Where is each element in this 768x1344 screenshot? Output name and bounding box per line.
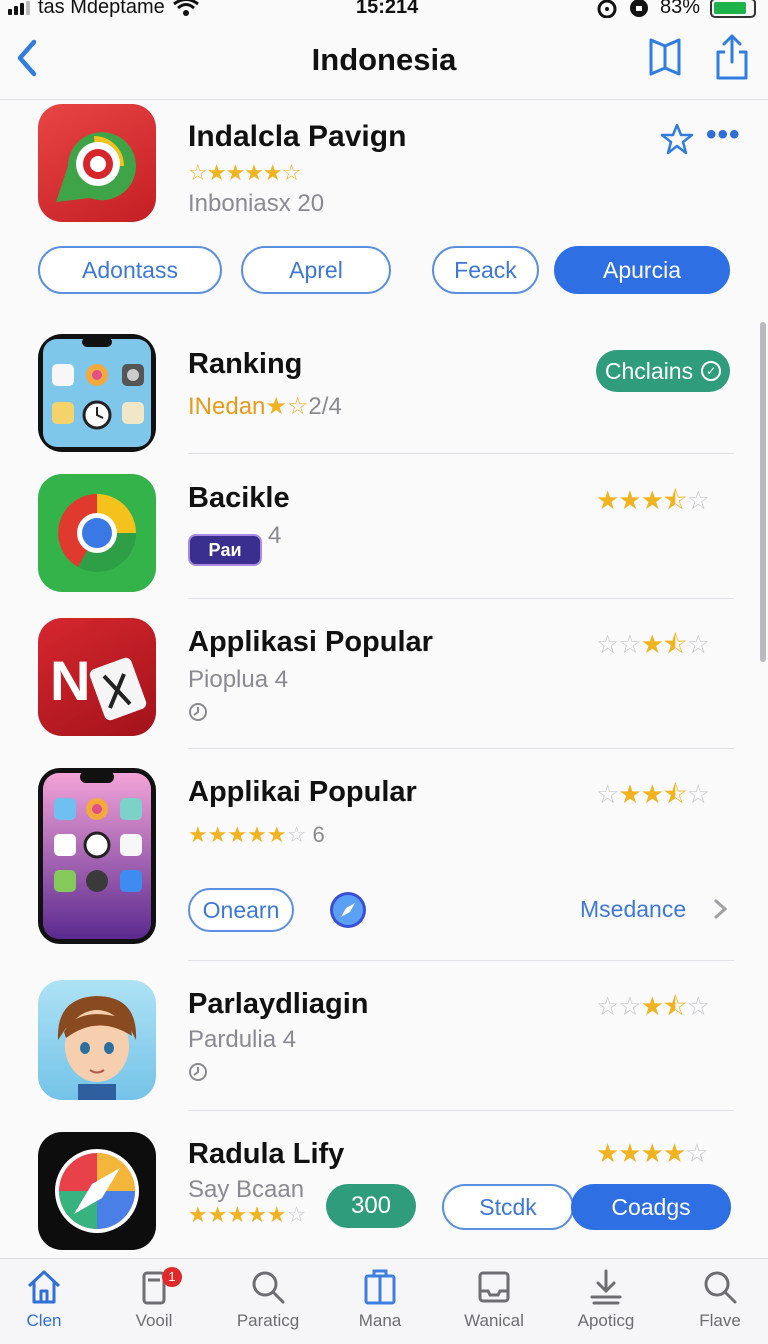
app-subtitle-ranking: INedan★☆2/4 <box>188 393 342 420</box>
app-title-applikai-popular[interactable]: Applikai Popular <box>188 776 417 809</box>
app-icon-bacikle[interactable] <box>38 474 156 592</box>
paw-badge: Paи <box>188 534 262 566</box>
clock: 15:214 <box>356 0 419 18</box>
svg-text:N: N <box>50 649 90 712</box>
app-icon-parlaydliagin[interactable] <box>38 980 156 1100</box>
battery-icon <box>710 0 756 18</box>
row-divider <box>188 453 734 454</box>
row-divider <box>188 748 734 749</box>
app-rating-applikasi-popular: ☆☆★⯪☆ <box>596 629 710 659</box>
app-rating-parlaydliagin: ☆☆★⯪☆ <box>596 991 710 1021</box>
onearn-button[interactable]: Onearn <box>188 888 294 932</box>
app-title-bacikle[interactable]: Bacikle <box>188 482 290 515</box>
coadgs-button[interactable]: Coadgs <box>571 1184 731 1230</box>
stcdk-button[interactable]: Stcdk <box>442 1184 574 1230</box>
app-icon-radula-lify[interactable] <box>38 1132 156 1250</box>
compass-icon[interactable] <box>328 890 368 930</box>
app-rating-bacikle: ★★★⯪☆ <box>596 485 710 515</box>
app-icon-ranking[interactable] <box>38 334 156 452</box>
app-icon-applikai-popular[interactable] <box>38 768 156 944</box>
chip-feack[interactable]: Feack <box>432 246 539 294</box>
tab-clen[interactable]: Clen <box>0 1267 98 1331</box>
clock-icon <box>189 1063 207 1081</box>
chclains-badge[interactable]: Chclains ✓ <box>596 350 730 392</box>
app-title-parlaydliagin[interactable]: Parlaydliagin <box>188 988 369 1021</box>
chip-aprel[interactable]: Aprel <box>241 246 391 294</box>
notification-badge: 1 <box>162 1267 182 1287</box>
star-outline-icon[interactable] <box>660 122 694 156</box>
app-subtitle-bacikle: 4 <box>268 522 282 549</box>
app-subtitle-applikai-popular: ★★★★★☆ 6 <box>188 822 325 847</box>
tab-vooil[interactable]: Vooil 1 <box>100 1267 208 1331</box>
chip-adontass[interactable]: Adontass <box>38 246 222 294</box>
app-rating-radula-lify: ★★★★☆ <box>596 1138 709 1168</box>
tab-paraticg[interactable]: Paraticg <box>214 1267 322 1331</box>
search-icon <box>252 1271 285 1304</box>
app-icon-applikasi-popular[interactable]: N <box>38 618 156 736</box>
app-rating-small-radula-lify: ★★★★★☆ <box>188 1202 307 1227</box>
featured-app-icon[interactable] <box>38 104 156 222</box>
app-rating-applikai-popular: ☆★★⯪☆ <box>596 779 710 809</box>
app-title-applikasi-popular[interactable]: Applikasi Popular <box>188 626 433 659</box>
tray-icon <box>478 1271 510 1303</box>
navigation-bar: Indonesia <box>0 22 768 100</box>
chip-apurcia[interactable]: Apurcia <box>554 246 730 294</box>
app-subtitle-applikasi-popular: Pioplua 4 <box>188 666 289 693</box>
check-circle-icon: ✓ <box>701 361 722 381</box>
scrollbar[interactable] <box>760 322 766 662</box>
book-open-icon <box>364 1269 396 1305</box>
row-divider <box>188 960 734 961</box>
price-button[interactable]: 300 <box>326 1184 416 1228</box>
msedance-link[interactable]: Msedance <box>580 896 686 923</box>
more-icon[interactable]: ••• <box>706 118 741 152</box>
share-icon[interactable] <box>712 32 752 82</box>
alarm-icon <box>597 0 617 18</box>
signal-icon <box>8 0 30 15</box>
home-icon <box>27 1270 61 1304</box>
tab-mana[interactable]: Mana <box>326 1267 434 1331</box>
battery-percent: 83% <box>659 0 700 18</box>
book-icon[interactable] <box>646 34 684 80</box>
search-icon <box>704 1271 737 1304</box>
featured-subtitle: Inboniasx 20 <box>188 190 325 217</box>
wifi-icon <box>172 0 199 16</box>
carrier-label: tas Mdeptame <box>38 0 165 18</box>
download-icon <box>590 1269 622 1305</box>
lock-rotation-icon <box>629 0 648 17</box>
chevron-right-icon[interactable] <box>712 898 730 920</box>
app-title-ranking[interactable]: Ranking <box>188 348 302 381</box>
app-subtitle-radula-lify: Say Bcaan <box>188 1176 305 1203</box>
tab-bar: Clen Vooil 1 Paraticg Mana Wanical Apoti… <box>0 1258 768 1344</box>
row-divider <box>188 1110 734 1111</box>
featured-app-title[interactable]: Indalcla Pavign <box>188 120 406 154</box>
status-bar: tas Mdeptame 15:214 83% <box>0 0 768 22</box>
clock-icon <box>189 703 207 721</box>
tab-wanical[interactable]: Wanical <box>440 1267 548 1331</box>
app-title-radula-lify[interactable]: Radula Lify <box>188 1138 344 1171</box>
tab-flave[interactable]: Flave <box>666 1267 768 1331</box>
app-subtitle-parlaydliagin: Pardulia 4 <box>188 1026 297 1053</box>
tab-apoticg[interactable]: Apoticg <box>552 1267 660 1331</box>
row-divider <box>188 598 734 599</box>
featured-rating: ☆★★★★☆ <box>188 160 301 185</box>
